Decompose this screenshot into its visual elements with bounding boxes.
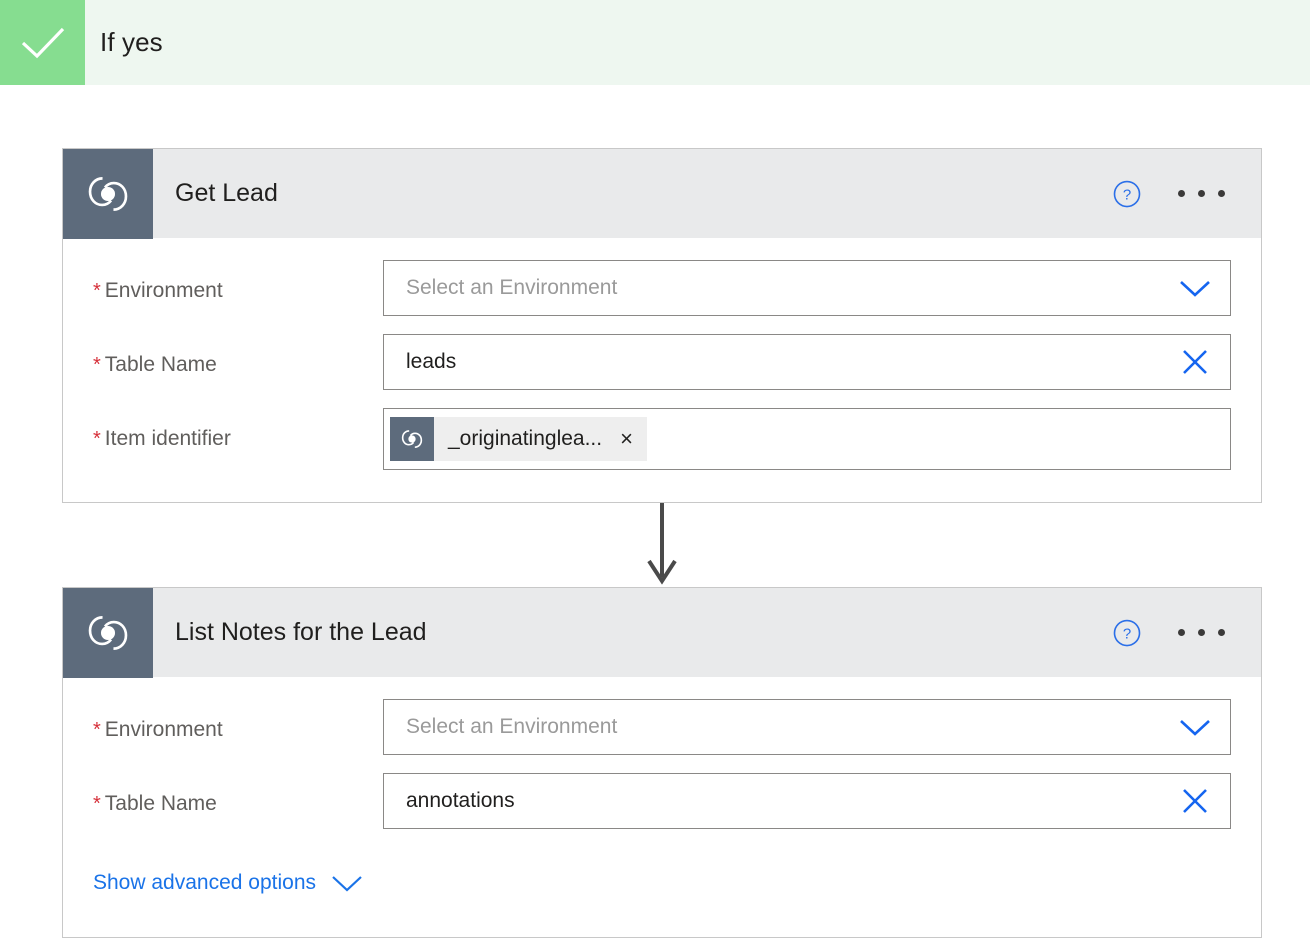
close-x-icon [1183, 789, 1207, 813]
ellipsis-dot [1178, 629, 1185, 636]
required-asterisk: * [93, 354, 101, 376]
table-name-clear-button[interactable] [1172, 339, 1218, 385]
environment-dropdown-button[interactable] [1172, 704, 1218, 750]
required-asterisk: * [93, 719, 101, 741]
environment-dropdown-button[interactable] [1172, 265, 1218, 311]
card-header-actions: ? [1112, 618, 1229, 648]
connector-arrow [647, 503, 677, 585]
condition-branch-if-yes: If yes [0, 0, 1310, 85]
svg-text:?: ? [1123, 186, 1131, 203]
condition-check-badge [0, 0, 85, 85]
ellipsis-dot [1218, 629, 1225, 636]
field-row-item-identifier: * Item identifier _originatinglea... × [63, 408, 1261, 470]
card-title: Get Lead [175, 179, 278, 207]
dataverse-icon [401, 430, 423, 448]
ellipsis-dot [1218, 190, 1225, 197]
card-title: List Notes for the Lead [175, 618, 427, 646]
table-name-value: leads [406, 350, 457, 373]
card-header[interactable]: List Notes for the Lead ? [62, 587, 1262, 678]
chevron-down-icon [332, 876, 362, 892]
close-x-icon [1183, 350, 1207, 374]
help-circle-icon[interactable]: ? [1112, 179, 1142, 209]
field-row-environment: * Environment Select an Environment [63, 699, 1261, 755]
card-icon-container [63, 587, 153, 678]
svg-text:?: ? [1123, 625, 1131, 642]
ellipsis-dot [1178, 190, 1185, 197]
field-row-environment: * Environment Select an Environment [63, 260, 1261, 316]
environment-placeholder: Select an Environment [406, 715, 618, 738]
card-header-actions: ? [1112, 179, 1229, 209]
required-asterisk: * [93, 793, 101, 815]
table-name-input[interactable]: leads [383, 334, 1231, 390]
condition-label: If yes [100, 27, 163, 57]
field-control-table-name: annotations [383, 773, 1231, 829]
field-label-table-name: * Table Name [93, 792, 217, 815]
environment-select[interactable]: Select an Environment [383, 699, 1231, 755]
dynamic-content-token[interactable]: _originatinglea... × [390, 417, 647, 461]
ellipsis-dot [1198, 629, 1205, 636]
field-label-item-identifier: * Item identifier [93, 427, 231, 450]
card-menu-button[interactable] [1174, 621, 1229, 644]
field-row-table-name: * Table Name annotations [63, 773, 1261, 829]
card-icon-container [63, 148, 153, 239]
field-control-table-name: leads [383, 334, 1231, 390]
ellipsis-dot [1198, 190, 1205, 197]
environment-placeholder: Select an Environment [406, 276, 618, 299]
dataverse-icon [88, 615, 128, 650]
field-label-environment: * Environment [93, 279, 223, 302]
action-card-list-notes-for-the-lead: List Notes for the Lead ? * Environment S… [62, 587, 1262, 938]
required-asterisk: * [93, 280, 101, 302]
chevron-down-icon [1180, 281, 1210, 297]
show-advanced-options-link[interactable]: Show advanced options [63, 871, 1261, 895]
field-control-environment: Select an Environment [383, 699, 1231, 755]
token-icon-container [390, 417, 434, 461]
show-advanced-options-label: Show advanced options [93, 871, 316, 894]
table-name-clear-button[interactable] [1172, 778, 1218, 824]
card-body: * Environment Select an Environment * Tabl… [63, 260, 1261, 470]
field-control-item-identifier: _originatinglea... × [383, 408, 1231, 470]
field-control-environment: Select an Environment [383, 260, 1231, 316]
check-icon [21, 27, 64, 58]
item-identifier-input[interactable]: _originatinglea... × [383, 408, 1231, 470]
card-body: * Environment Select an Environment * Tabl… [63, 699, 1261, 895]
required-asterisk: * [93, 428, 101, 450]
card-header[interactable]: Get Lead ? [62, 148, 1262, 239]
field-label-table-name: * Table Name [93, 353, 217, 376]
token-label: _originatinglea... [448, 427, 603, 450]
dataverse-icon [88, 176, 128, 211]
card-menu-button[interactable] [1174, 182, 1229, 205]
help-circle-icon[interactable]: ? [1112, 618, 1142, 648]
table-name-value: annotations [406, 789, 515, 812]
field-label-environment: * Environment [93, 718, 223, 741]
chevron-down-icon [1180, 720, 1210, 736]
field-row-table-name: * Table Name leads [63, 334, 1261, 390]
environment-select[interactable]: Select an Environment [383, 260, 1231, 316]
token-remove-button[interactable]: × [614, 428, 639, 450]
table-name-input[interactable]: annotations [383, 773, 1231, 829]
action-card-get-lead: Get Lead ? * Environment Select an Enviro… [62, 148, 1262, 503]
